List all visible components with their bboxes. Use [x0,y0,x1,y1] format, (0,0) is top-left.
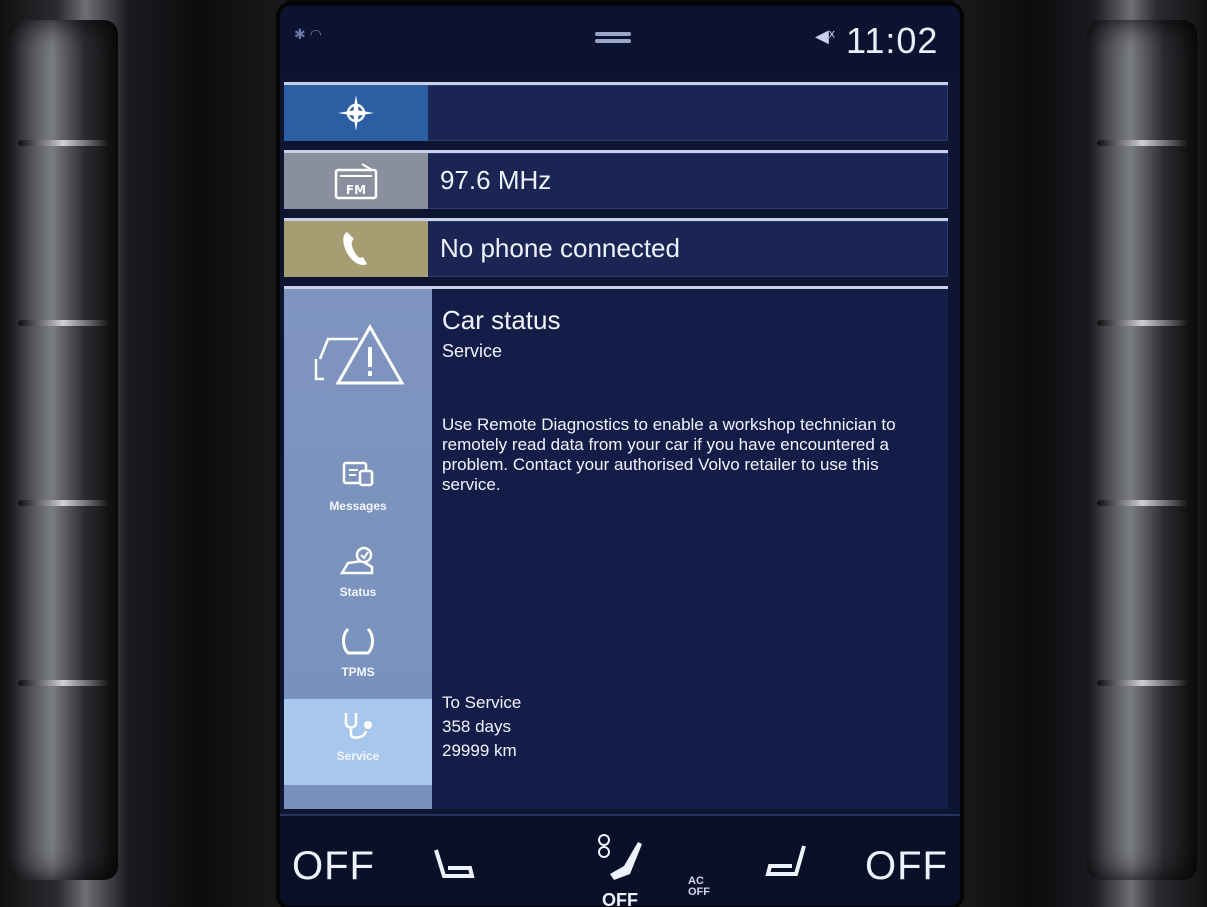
speaker-muted-icon: ◀ˣ [815,26,835,46]
tire-pressure-icon [342,627,374,655]
sidebar-item-service[interactable]: Service [284,699,432,785]
phone-tile[interactable]: No phone connected [284,218,948,277]
to-service-km: 29999 km [442,741,517,760]
phone-status: No phone connected [440,233,680,263]
sidebar-item-tpms[interactable]: TPMS [284,615,432,701]
to-service-label: To Service [442,693,522,712]
infotainment-screen: ✱ ◠ ◀ˣ 11:02 FM 97.6 MHz No phone connec… [280,6,960,906]
radio-frequency: 97.6 MHz [440,165,552,195]
status-icon [339,546,374,575]
right-temperature-button[interactable]: OFF [865,844,948,889]
sidebar-item-status[interactable]: Status [284,535,432,621]
air-vent-right [1087,20,1197,880]
compass-icon [338,95,374,131]
page-subtitle: Service [442,341,503,361]
service-description: Use Remote Diagnostics to enable a works… [442,415,896,494]
messages-icon [342,461,374,487]
svg-text:FM: FM [346,183,366,197]
sidebar-item-messages[interactable]: Messages [284,449,432,535]
to-service-days: 358 days [442,717,511,736]
pull-down-handle[interactable] [595,32,631,36]
car-status-sidebar: Messages Status TPMS Service [284,289,432,809]
page-title: Car status [442,305,561,335]
car-warning-icon [314,323,405,385]
phone-handset-icon [343,232,367,265]
navigation-tile[interactable] [284,82,948,141]
radio-tile[interactable]: FM 97.6 MHz [284,150,948,209]
ac-off-button[interactable]: AC OFF [688,876,710,898]
climate-bar: OFF OFF AC OFF OFF [280,814,960,906]
service-stethoscope-icon [344,713,372,739]
right-seat-heat-icon[interactable] [762,842,810,886]
sidebar-item-label: Messages [329,499,387,513]
status-bar: ✱ ◠ ◀ˣ 11:02 [280,6,960,76]
fan-off-label: OFF [602,890,638,906]
bluetooth-wifi-icon: ✱ ◠ [294,26,322,42]
fan-control-icon[interactable] [590,830,650,890]
clock: 11:02 [846,20,939,61]
air-vent-left [8,20,118,880]
left-temperature-button[interactable]: OFF [292,844,375,889]
sidebar-item-label: Status [339,585,377,599]
car-status-panel: Messages Status TPMS Service Car status … [284,286,948,809]
sidebar-item-label: TPMS [341,665,375,679]
car-status-content: Car status Service Use Remote Diagnostic… [442,289,942,809]
left-seat-heat-icon[interactable] [430,846,478,886]
sidebar-item-label: Service [336,749,380,763]
fm-radio-icon: FM [334,163,378,200]
